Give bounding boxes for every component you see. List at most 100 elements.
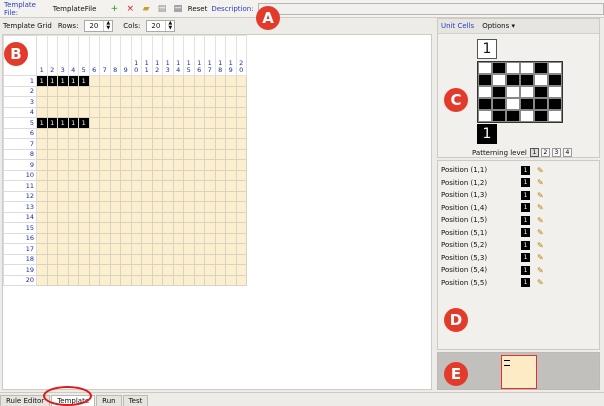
grid-cell[interactable] [151,117,163,129]
brush-icon[interactable]: ✎ [537,216,544,225]
grid-cell[interactable] [214,127,226,139]
grid-cell[interactable] [88,138,100,150]
position-value[interactable]: 1 [521,178,530,188]
grid-cell[interactable] [183,117,195,129]
column-header[interactable]: 17 [204,35,216,76]
grid-cell[interactable] [235,138,247,150]
grid-cell[interactable] [109,253,121,265]
grid-cell[interactable] [162,138,174,150]
grid-cell[interactable] [99,159,111,171]
grid-cell[interactable] [172,253,184,265]
brush-icon[interactable]: ✎ [537,266,544,275]
grid-cell[interactable] [141,243,153,255]
grid-cell[interactable] [204,222,216,234]
grid-cell[interactable] [57,232,69,244]
grid-cell[interactable] [193,159,205,171]
grid-cell[interactable] [36,85,48,97]
grid-cell[interactable] [151,243,163,255]
grid-cell[interactable] [67,106,79,118]
grid-cell[interactable] [46,222,58,234]
grid-cell[interactable] [225,274,237,286]
grid-cell[interactable] [183,159,195,171]
grid-cell[interactable] [225,222,237,234]
grid-cell[interactable] [99,253,111,265]
grid-cell[interactable] [172,243,184,255]
grid-cell[interactable] [162,243,174,255]
options-menu[interactable]: Options ▾ [482,22,515,30]
column-header[interactable]: 2 [46,35,58,76]
grid-cell[interactable] [235,232,247,244]
grid-cell[interactable] [172,127,184,139]
pattern-cell[interactable] [520,74,534,86]
reset-button[interactable]: Reset [188,5,208,13]
row-header[interactable]: 3 [3,96,37,108]
grid-cell[interactable] [36,211,48,223]
grid-cell[interactable] [172,190,184,202]
grid-cell[interactable] [235,85,247,97]
grid-cell[interactable] [120,211,132,223]
grid-cell[interactable] [204,274,216,286]
column-header[interactable]: 18 [214,35,226,76]
grid-cell[interactable] [141,138,153,150]
grid-cell[interactable] [235,148,247,160]
pattern-cell[interactable] [534,62,548,74]
pattern-cell[interactable] [534,86,548,98]
grid-cell[interactable] [130,232,142,244]
position-value[interactable]: 1 [521,253,530,263]
grid-cell[interactable] [193,201,205,213]
pattern-cell[interactable] [548,110,562,122]
grid-cell[interactable] [172,159,184,171]
brush-icon[interactable]: ✎ [537,253,544,262]
position-value[interactable]: 1 [521,240,530,250]
grid-cell[interactable] [235,127,247,139]
grid-cell[interactable] [235,180,247,192]
grid-cell[interactable] [57,127,69,139]
grid-cell[interactable] [193,96,205,108]
grid-cell[interactable] [99,180,111,192]
grid-cell[interactable] [46,274,58,286]
grid-cell[interactable] [120,159,132,171]
grid-cell[interactable] [183,190,195,202]
grid-cell[interactable] [172,75,184,87]
grid-cell[interactable] [162,211,174,223]
pattern-cell[interactable] [520,86,534,98]
grid-cell[interactable] [225,85,237,97]
grid-cell[interactable] [151,148,163,160]
grid-cell[interactable] [162,169,174,181]
grid-cell[interactable] [162,117,174,129]
grid-cell[interactable] [141,211,153,223]
pattern-cell[interactable] [520,110,534,122]
grid-cell[interactable] [130,75,142,87]
grid-cell[interactable] [109,211,121,223]
pattern-cell[interactable] [520,62,534,74]
grid-cell[interactable] [162,222,174,234]
grid-cell[interactable] [183,274,195,286]
grid-cell[interactable] [172,85,184,97]
cols-stepper[interactable]: 20 ▲ ▼ [146,20,176,32]
grid-cell[interactable] [67,148,79,160]
patterning-level-button[interactable]: 1 [529,148,539,157]
grid-cell[interactable] [78,96,90,108]
pattern-cell[interactable] [548,74,562,86]
grid-cell[interactable] [214,106,226,118]
grid-cell[interactable] [214,274,226,286]
grid-cell[interactable] [120,180,132,192]
column-header[interactable]: 10 [130,35,142,76]
grid-cell[interactable] [183,127,195,139]
grid-cell[interactable] [120,274,132,286]
brush-icon[interactable]: ✎ [537,166,544,175]
grid-cell[interactable] [141,190,153,202]
grid-cell[interactable] [225,201,237,213]
column-header[interactable]: 15 [183,35,195,76]
grid-cell[interactable] [88,180,100,192]
grid-cell[interactable] [141,201,153,213]
grid-cell[interactable] [183,253,195,265]
position-value[interactable]: 1 [521,190,530,200]
row-header[interactable]: 19 [3,264,37,276]
grid-cell[interactable] [193,85,205,97]
brush-icon[interactable]: ✎ [537,178,544,187]
brush-icon[interactable]: ✎ [537,191,544,200]
grid-cell[interactable] [130,201,142,213]
row-header[interactable]: 15 [3,222,37,234]
grid-cell[interactable] [67,243,79,255]
